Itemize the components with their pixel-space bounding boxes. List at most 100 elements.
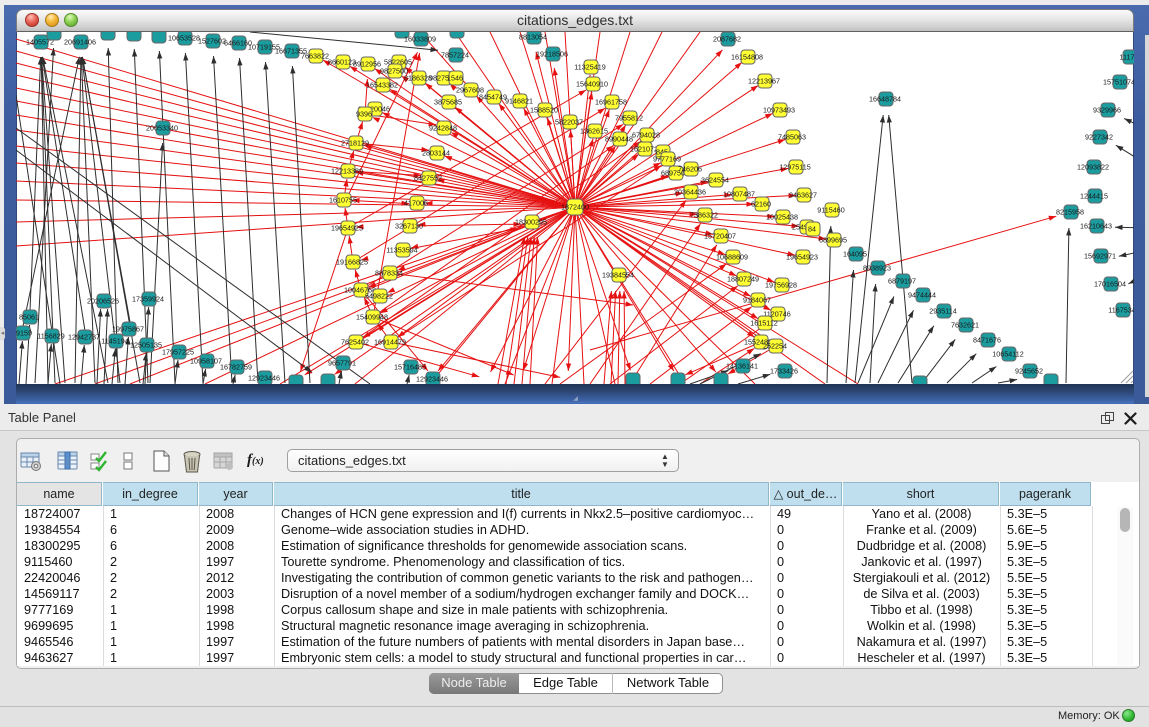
- svg-text:10807487: 10807487: [723, 190, 755, 199]
- svg-text:12093822: 12093822: [1077, 163, 1109, 172]
- svg-text:6899695: 6899695: [819, 236, 847, 245]
- svg-text:9329966: 9329966: [1093, 106, 1121, 115]
- svg-text:10688609: 10688609: [716, 253, 748, 262]
- svg-text:8878334: 8878334: [375, 269, 403, 278]
- svg-text:8454749: 8454749: [479, 93, 507, 102]
- svg-text:9396: 9396: [356, 110, 372, 119]
- svg-text:8427552: 8427552: [414, 174, 442, 183]
- svg-text:1615112: 1615112: [750, 319, 777, 328]
- svg-text:17016504: 17016504: [1094, 280, 1126, 289]
- svg-text:7485063: 7485063: [778, 133, 806, 142]
- svg-text:17957225: 17957225: [162, 348, 194, 357]
- svg-text:17359924: 17359924: [132, 295, 164, 304]
- svg-text:9184067: 9184067: [743, 296, 771, 305]
- svg-text:20053340: 20053340: [146, 124, 178, 133]
- svg-text:7632621: 7632621: [951, 321, 979, 330]
- svg-text:19218506: 19218506: [536, 50, 568, 59]
- svg-text:8938923: 8938923: [863, 264, 891, 273]
- svg-text:2803144: 2803144: [422, 149, 450, 158]
- svg-text:11353594: 11353594: [386, 246, 417, 255]
- svg-text:7386322: 7386322: [690, 211, 718, 220]
- svg-text:1588520: 1588520: [530, 106, 558, 115]
- svg-text:16914479: 16914479: [374, 338, 406, 347]
- svg-text:1610755: 1610755: [329, 196, 357, 205]
- svg-text:746206: 746206: [678, 165, 702, 174]
- svg-text:12505135: 12505135: [130, 341, 162, 350]
- svg-text:1145194: 1145194: [101, 337, 128, 346]
- svg-text:8471676: 8471676: [973, 336, 1001, 345]
- svg-text:417006: 417006: [404, 199, 428, 208]
- svg-text:9463627: 9463627: [789, 191, 817, 200]
- svg-text:15720407: 15720407: [704, 232, 736, 241]
- svg-text:9227342: 9227342: [1085, 133, 1113, 142]
- svg-text:7955812: 7955812: [615, 114, 643, 123]
- svg-text:19654923: 19654923: [786, 253, 818, 262]
- svg-text:8215958: 8215958: [1056, 208, 1084, 217]
- svg-text:20691406: 20691406: [64, 38, 96, 47]
- svg-text:15716485: 15716485: [394, 363, 426, 372]
- svg-text:9242848: 9242848: [429, 124, 457, 133]
- svg-text:16782759: 16782759: [220, 363, 252, 372]
- svg-text:10653528: 10653528: [168, 34, 200, 43]
- svg-text:9777169: 9777169: [653, 155, 681, 164]
- svg-text:18300295: 18300295: [515, 218, 547, 227]
- svg-text:8990448: 8990448: [605, 135, 633, 144]
- svg-text:19975867: 19975867: [112, 325, 144, 334]
- svg-text:10025438: 10025438: [766, 213, 798, 222]
- svg-text:19166825: 19166825: [336, 258, 368, 267]
- svg-text:19654925: 19654925: [331, 224, 363, 233]
- svg-text:12213389: 12213389: [331, 167, 363, 176]
- svg-text:2718129: 2718129: [341, 139, 369, 148]
- svg-text:1156829: 1156829: [37, 332, 64, 341]
- svg-text:1733426: 1733426: [770, 367, 798, 376]
- svg-text:85061: 85061: [19, 313, 39, 322]
- svg-text:9146821: 9146821: [505, 97, 533, 106]
- svg-text:20364436: 20364436: [674, 188, 706, 197]
- svg-text:39159: 39159: [16, 329, 32, 338]
- svg-text:62160: 62160: [751, 200, 771, 209]
- svg-text:1872400: 1872400: [561, 203, 589, 212]
- svg-text:6879197: 6879197: [888, 277, 916, 286]
- svg-text:14136141: 14136141: [726, 362, 758, 371]
- svg-text:12975115: 12975115: [779, 163, 810, 172]
- svg-text:15409948: 15409948: [356, 313, 388, 322]
- svg-text:252254: 252254: [763, 342, 787, 351]
- svg-text:8660123: 8660123: [328, 58, 356, 67]
- svg-text:9245652: 9245652: [1015, 367, 1043, 376]
- svg-text:2935114: 2935114: [929, 307, 956, 316]
- svg-text:11174: 11174: [1120, 53, 1134, 62]
- svg-text:8186328: 8186328: [404, 74, 432, 83]
- svg-text:16154808: 16154808: [731, 53, 763, 62]
- svg-text:7857224: 7857224: [441, 51, 469, 60]
- svg-text:3624554: 3624554: [701, 176, 729, 185]
- svg-text:16648784: 16648784: [869, 95, 901, 104]
- svg-text:16033809: 16033809: [404, 35, 436, 44]
- svg-text:2087682: 2087682: [713, 35, 741, 44]
- svg-text:15692971: 15692971: [1084, 252, 1116, 261]
- svg-text:15751074: 15751074: [1103, 78, 1134, 87]
- svg-text:18807249: 18807249: [727, 275, 759, 284]
- svg-text:10654112: 10654112: [992, 350, 1023, 359]
- svg-text:20206526: 20206526: [87, 297, 119, 306]
- svg-text:10973493: 10973493: [763, 106, 795, 115]
- svg-text:19384554: 19384554: [602, 271, 634, 280]
- svg-text:6794028: 6794028: [632, 131, 660, 140]
- svg-text:3267130: 3267130: [395, 222, 423, 231]
- svg-text:11325419: 11325419: [574, 63, 605, 72]
- svg-text:1167534: 1167534: [1108, 306, 1134, 315]
- svg-text:1527602: 1527602: [198, 37, 226, 46]
- svg-text:16961758: 16961758: [595, 98, 627, 107]
- svg-text:8813054: 8813054: [519, 33, 547, 42]
- svg-text:9115460: 9115460: [817, 206, 844, 215]
- svg-text:12942737: 12942737: [68, 333, 100, 342]
- svg-text:1244415: 1244415: [1080, 192, 1108, 201]
- svg-text:84: 84: [808, 225, 816, 234]
- svg-text:19756928: 19756928: [765, 281, 797, 290]
- svg-text:5498222: 5498222: [365, 292, 393, 301]
- svg-text:16210643: 16210643: [1080, 222, 1112, 231]
- svg-text:1362615: 1362615: [580, 127, 608, 136]
- svg-text:10958107: 10958107: [190, 357, 222, 366]
- svg-text:12923446: 12923446: [248, 374, 280, 383]
- svg-text:15640910: 15640910: [576, 80, 608, 89]
- svg-text:9657791: 9657791: [328, 359, 356, 368]
